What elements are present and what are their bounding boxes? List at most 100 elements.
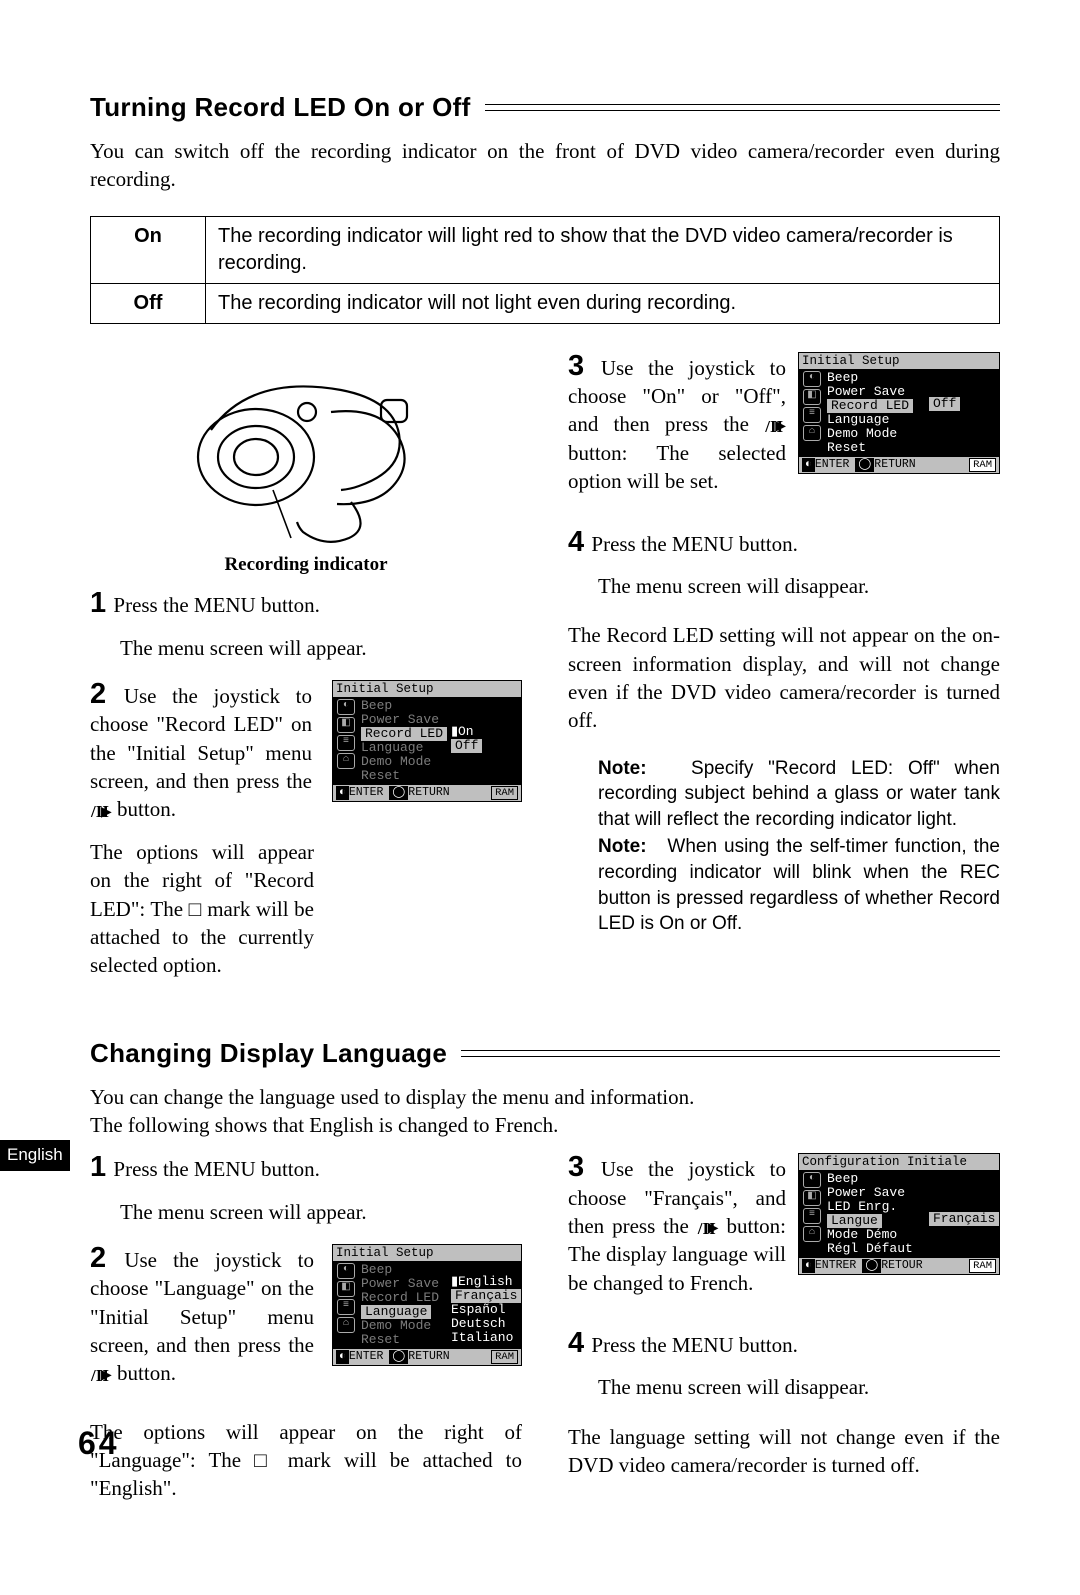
menu-tab-icon: ≡ <box>803 1208 821 1224</box>
footer-ram: RAM <box>491 1350 518 1364</box>
menu-tab-icon: ⌂ <box>337 753 355 769</box>
play-pause-icon: /II <box>697 1218 719 1241</box>
cursor-icon: ▮ <box>451 1275 457 1289</box>
menu-item: Beep <box>361 699 392 713</box>
s1-l1a: Press the MENU button. <box>113 593 320 617</box>
section2-left-column: 1 Press the MENU button. The menu screen… <box>90 1153 522 1520</box>
footer-ram: RAM <box>491 786 518 800</box>
menu-item: Record LED <box>827 399 913 413</box>
section1-right-column: 3 Use the joystick to choose "On" or "Of… <box>568 352 1000 1012</box>
section2-right-column: 3 Use the joystick to choose "Français",… <box>568 1153 1000 1520</box>
menu-item: Beep <box>827 1172 858 1186</box>
note-label: Note: <box>598 836 647 857</box>
footer-return: RETURN <box>874 458 915 471</box>
menu-tab-icon: ◧ <box>337 1281 355 1297</box>
page-number: 64 <box>78 1422 120 1465</box>
menu-item: Power Save <box>361 1277 439 1291</box>
s1-l2b: The options will appear on the right of … <box>90 838 314 980</box>
language-side-tab: English <box>0 1140 70 1171</box>
play-pause-icon: /II <box>764 416 786 439</box>
step3-num: 3 <box>568 350 584 382</box>
menu-item: Régl Défaut <box>827 1242 913 1256</box>
on-off-table: On The recording indicator will light re… <box>90 216 1000 324</box>
step4-num: 4 <box>568 526 584 558</box>
on-cell-key: On <box>91 216 206 283</box>
step3-num: 3 <box>568 1151 584 1183</box>
section2-intro1: You can change the language used to disp… <box>90 1083 1000 1111</box>
menu-item: Language <box>827 413 889 427</box>
menu-item: Demo Mode <box>827 427 897 441</box>
note-text: Specify "Record LED: Off" when recording… <box>598 758 1000 830</box>
enter-key-icon: ◐ <box>802 458 815 472</box>
section2-intro2: The following shows that English is chan… <box>90 1111 1000 1139</box>
s1-l1b: The menu screen will appear. <box>90 634 522 662</box>
menu-item: Power Save <box>361 713 439 727</box>
return-key-icon: ◯ <box>389 786 408 800</box>
play-pause-icon: /II <box>90 801 112 824</box>
s2-l1b: The menu screen will appear. <box>90 1198 522 1226</box>
menu-item: Reset <box>827 441 866 455</box>
menu-tab-icon: ◧ <box>803 389 821 405</box>
s2-r-noteafter: The language setting will not change eve… <box>568 1423 1000 1480</box>
s1-l2a1: Use the joystick to choose "Record LED" … <box>90 684 312 793</box>
menu-item: Reset <box>361 769 400 783</box>
s2-l2a1: Use the joystick to choose "Language" on… <box>90 1248 314 1357</box>
s2-r4a: Press the MENU button. <box>591 1333 798 1357</box>
menu-item: Beep <box>827 371 858 385</box>
menu-sub: English <box>458 1275 513 1289</box>
s2-l1a: Press the MENU button. <box>113 1157 320 1181</box>
menu-item: Reset <box>361 1333 400 1347</box>
menu-sub: Off <box>929 397 960 411</box>
note-text: When using the self-timer function, the … <box>598 836 1000 934</box>
note-block-1: Note: Specify "Record LED: Off" when rec… <box>568 756 1000 937</box>
section1-title: Turning Record LED On or Off <box>90 90 471 125</box>
step1-num: 1 <box>90 1151 106 1183</box>
footer-enter: ENTER <box>815 458 850 471</box>
step2-num: 2 <box>90 1242 106 1274</box>
s1-l2a2: button. <box>112 797 176 821</box>
footer-return: RETURN <box>408 1350 449 1363</box>
menu-sub: Español <box>451 1303 506 1317</box>
page-content: Turning Record LED On or Off You can swi… <box>0 0 1080 1595</box>
s2-l2b: The options will appear on the right of … <box>90 1418 522 1503</box>
section1-menu-a: Initial Setup ◐ ◧ ≡ ⌂ Beep Power Save <box>332 680 522 802</box>
menu-sub: Off <box>451 739 482 753</box>
s1-r4b: The menu screen will disappear. <box>568 572 1000 600</box>
play-pause-icon: /II <box>90 1365 112 1388</box>
section2-menu-b: Configuration Initiale ◐ ◧ ≡ ⌂ Beep Powe… <box>798 1153 1000 1275</box>
menu-item: Langue <box>827 1214 882 1228</box>
footer-enter: ENTER <box>349 786 384 799</box>
menu-tab-icon: ≡ <box>337 735 355 751</box>
heading-rule <box>485 104 1000 111</box>
off-cell-key: Off <box>91 283 206 323</box>
menu-tab-icon: ⌂ <box>803 425 821 441</box>
menu-tab-icon: ◧ <box>803 1190 821 1206</box>
camcorder-svg <box>151 342 461 552</box>
step2-num: 2 <box>90 678 106 710</box>
menu-item: Power Save <box>827 385 905 399</box>
menu-item: Language <box>361 1305 431 1319</box>
s2-r4b: The menu screen will disappear. <box>568 1373 1000 1401</box>
section1-intro: You can switch off the recording indicat… <box>90 137 1000 194</box>
section2-heading: Changing Display Language <box>90 1036 1000 1071</box>
enter-key-icon: ◐ <box>336 1350 349 1364</box>
on-cell-value: The recording indicator will light red t… <box>206 216 1000 283</box>
cursor-icon: ▮ <box>451 725 457 739</box>
section1-heading: Turning Record LED On or Off <box>90 90 1000 125</box>
menu-title: Initial Setup <box>799 353 999 369</box>
section1-menu-b: Initial Setup ◐ ◧ ≡ ⌂ Beep Power Save <box>798 352 1000 474</box>
menu-item: Beep <box>361 1263 392 1277</box>
menu-tab-icon: ≡ <box>337 1299 355 1315</box>
menu-item: Demo Mode <box>361 1319 431 1333</box>
menu-tab-icon: ⌂ <box>337 1317 355 1333</box>
menu-sub: Deutsch <box>451 1317 506 1331</box>
footer-enter: ENTER <box>349 1350 384 1363</box>
menu-title: Initial Setup <box>333 1245 521 1261</box>
menu-tab-icon: ◐ <box>803 371 821 387</box>
footer-ram: RAM <box>969 458 996 472</box>
menu-title: Initial Setup <box>333 681 521 697</box>
s1-r3a1: Use the joystick to choose "On" or "Off"… <box>568 356 786 437</box>
menu-item: Mode Démo <box>827 1228 897 1242</box>
menu-item: Power Save <box>827 1186 905 1200</box>
step4-num: 4 <box>568 1327 584 1359</box>
